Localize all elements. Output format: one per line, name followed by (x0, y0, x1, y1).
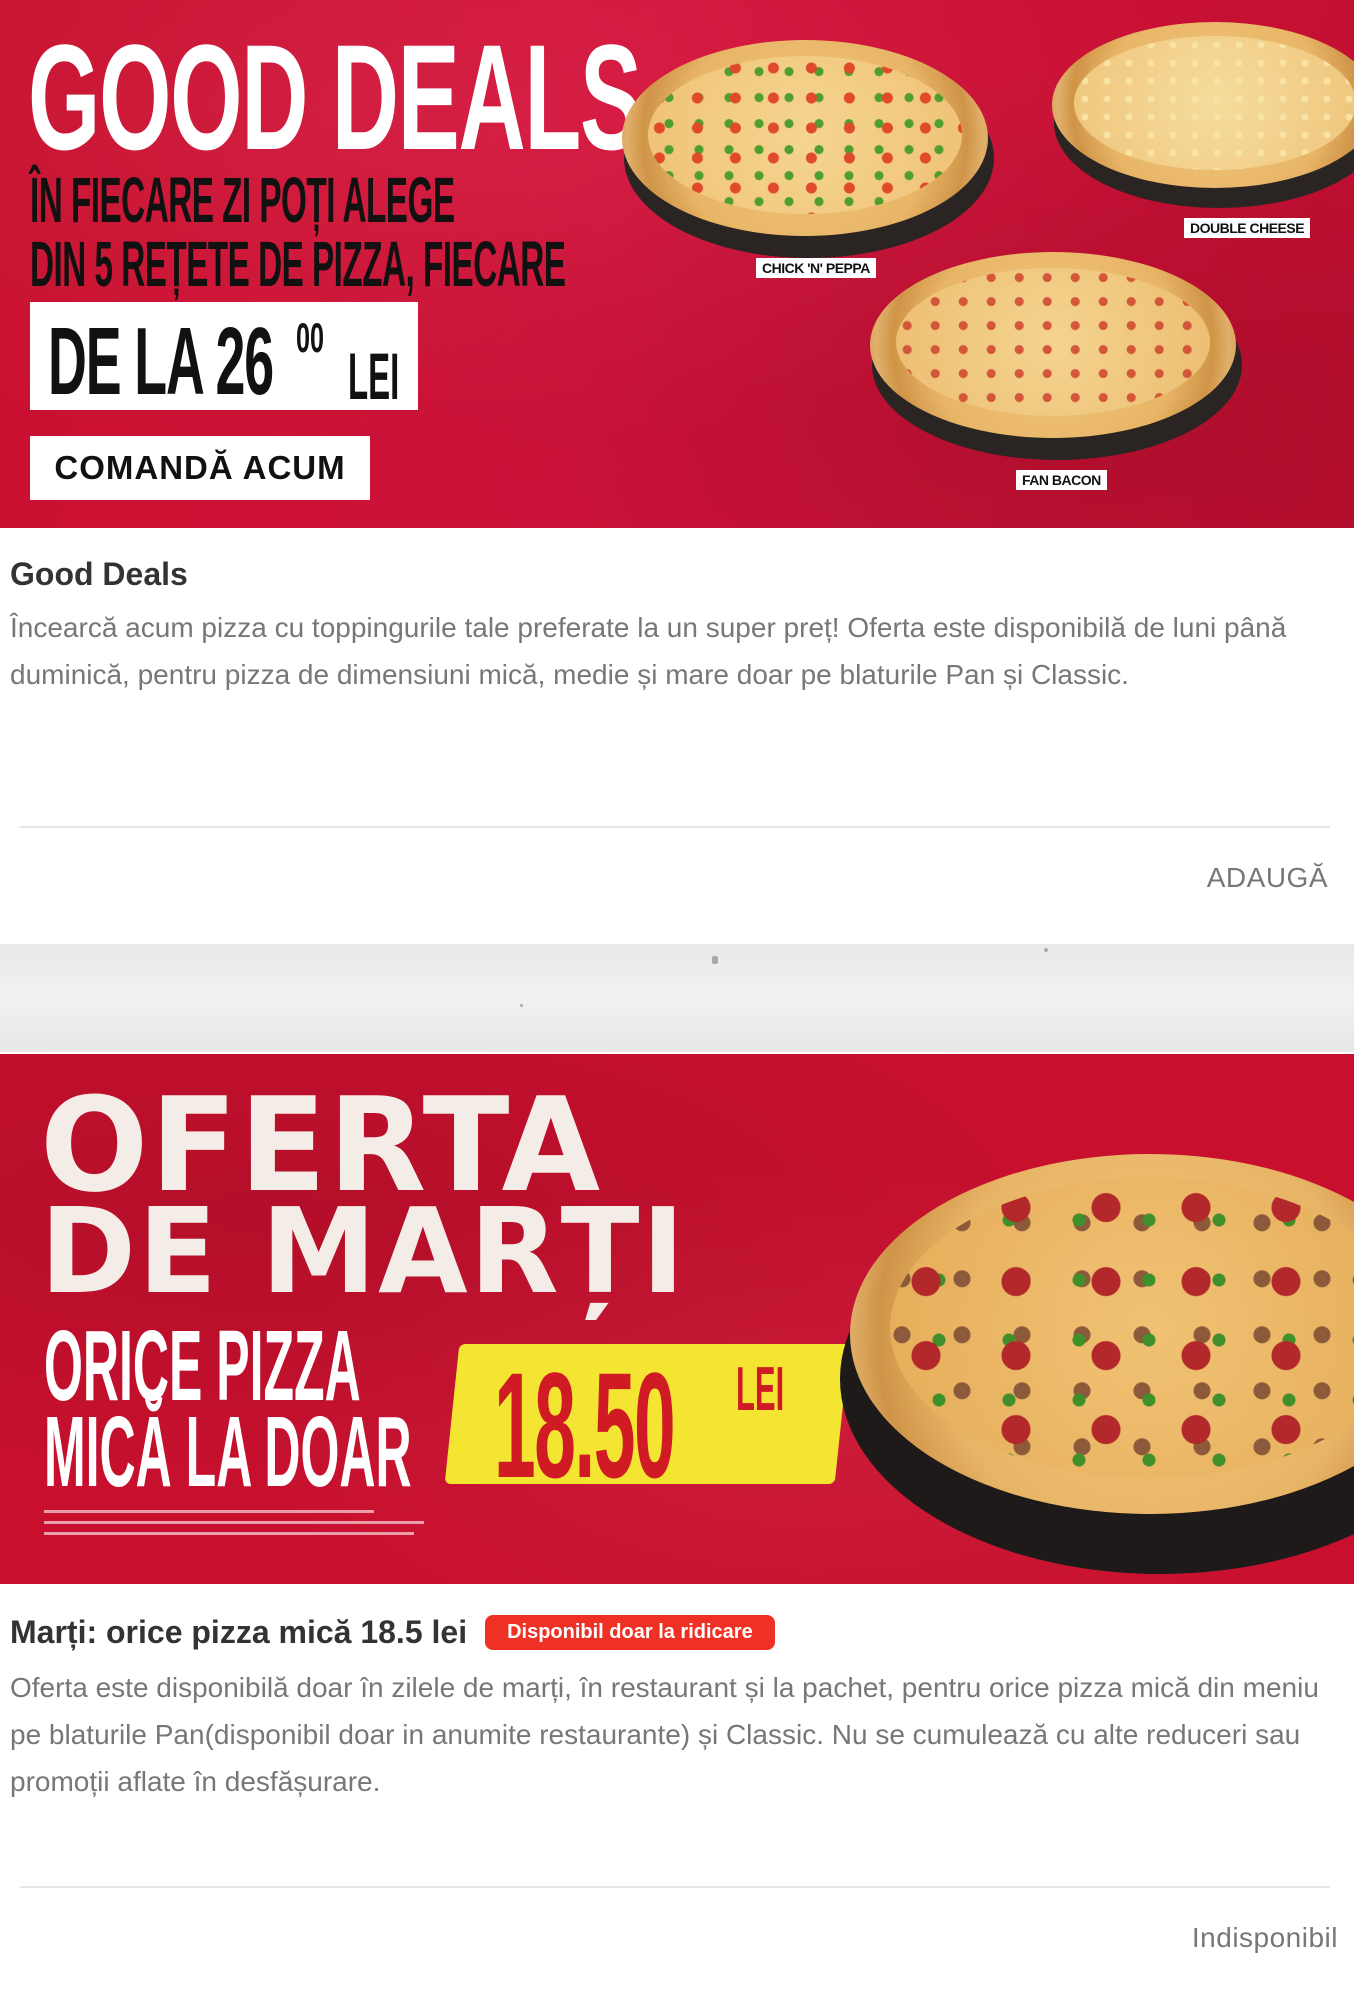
order-now-button[interactable]: COMANDĂ ACUM (30, 436, 370, 500)
section-separator (0, 944, 1354, 1052)
price-box: DE LA 26 00 LEI (30, 302, 418, 415)
deal-description: Oferta este disponibilă doar în zilele d… (10, 1672, 1319, 1797)
price-unit: LEI (736, 1355, 785, 1424)
banner-title: GOOD DEALS (28, 13, 642, 181)
price-cents: 00 (296, 314, 325, 361)
divider (20, 1886, 1330, 1888)
price-text: 18.50 (494, 1341, 676, 1509)
pizza-label: CHICK 'N' PEPPA (756, 258, 876, 278)
pizza-image (870, 252, 1242, 460)
divider (20, 826, 1330, 828)
fine-print (44, 1510, 444, 1535)
unavailable-label: Indisponibil (1191, 1922, 1338, 1953)
price-unit: LEI (348, 339, 400, 413)
add-button[interactable]: ADAUGĂ (1207, 862, 1328, 894)
deal-title: Good Deals (10, 556, 188, 592)
deal-title: Marți: orice pizza mică 18.5 lei (10, 1614, 468, 1650)
pizza-image (622, 40, 994, 258)
tuesday-offer-banner[interactable]: OFERTA DE MARȚI ORICE PIZZA MICĂ LA DOAR… (0, 1054, 1354, 1584)
banner-subtitle-line: MICĂ LA DOAR (44, 1396, 412, 1508)
banner-title: DE MARȚI (40, 1182, 687, 1320)
banner-subtitle-line: ÎN FIECARE ZI POȚI ALEGE (30, 164, 455, 236)
pizza-image (1052, 22, 1354, 208)
good-deals-banner[interactable]: GOOD DEALS ÎN FIECARE ZI POȚI ALEGE DIN … (0, 0, 1354, 528)
pizza-label: DOUBLE CHEESE (1184, 218, 1311, 238)
pizza-label: FAN BACON (1016, 470, 1107, 490)
deal-description: Încearcă acum pizza cu toppingurile tale… (10, 612, 1287, 690)
price-text: DE LA 26 (48, 308, 274, 415)
deal-title-row: Marți: orice pizza mică 18.5 lei Disponi… (10, 1614, 775, 1651)
pickup-only-badge: Disponibil doar la ridicare (485, 1615, 775, 1650)
banner-subtitle-line: DIN 5 REȚETE DE PIZZA, FIECARE (30, 228, 566, 300)
